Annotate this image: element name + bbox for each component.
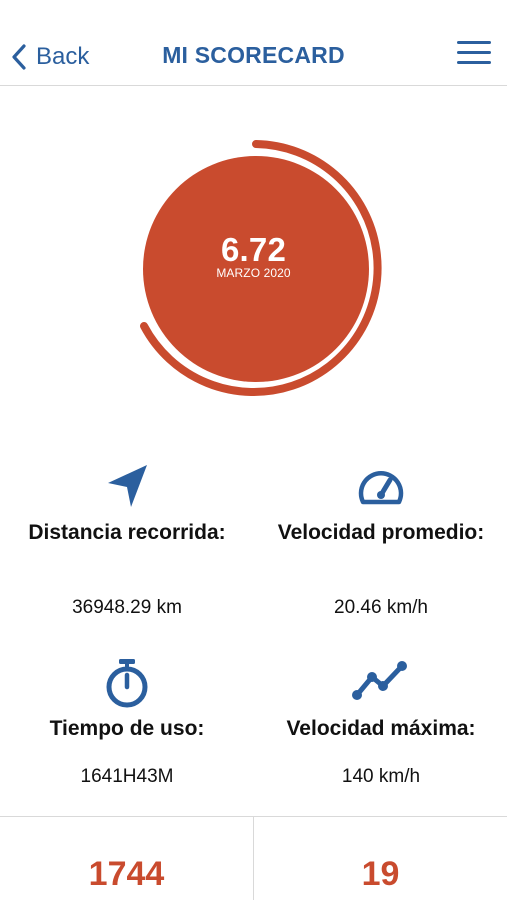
usage-time-stat: Tiempo de uso: 1641H43M [12, 655, 242, 795]
hamburger-menu-button[interactable] [457, 41, 491, 65]
average-speed-value: 20.46 km/h [334, 597, 428, 618]
hamburger-menu-icon-line [457, 41, 491, 44]
speedometer-icon [355, 462, 407, 515]
navigation-arrow-icon [103, 462, 151, 515]
maximum-speed-label: Velocidad máxima: [286, 717, 476, 740]
bottom-summary-panel: 1744 19 [0, 816, 507, 900]
page-title: MI SCORECARD [162, 42, 345, 68]
distance-value: 36948.29 km [72, 597, 182, 618]
maximum-speed-stat: Velocidad máxima: 140 km/h [266, 655, 496, 795]
usage-time-value: 1641H43M [80, 766, 174, 787]
top-navigation-bar: Back MI SCORECARD [0, 0, 507, 86]
stopwatch-icon [104, 657, 150, 714]
distance-label: Distancia recorrida: [28, 521, 226, 544]
average-speed-stat: Velocidad promedio: 20.46 km/h [266, 462, 496, 622]
bottom-left-value: 1744 [88, 855, 165, 893]
trend-line-icon [351, 657, 411, 708]
score-period: MARZO 2020 [216, 266, 291, 280]
score-value: 6.72 [220, 231, 287, 268]
average-speed-label: Velocidad promedio: [277, 521, 485, 544]
distance-stat: Distancia recorrida: 36948.29 km [12, 462, 242, 622]
bottom-right-value: 19 [361, 855, 400, 893]
scorecard-screen: Back MI SCORECARD 6.72 MARZO 2020 Distan… [0, 0, 507, 900]
usage-time-label: Tiempo de uso: [49, 717, 205, 740]
hamburger-menu-icon-line [457, 61, 491, 64]
maximum-speed-value: 140 km/h [341, 766, 421, 787]
hamburger-menu-icon-line [457, 51, 491, 54]
